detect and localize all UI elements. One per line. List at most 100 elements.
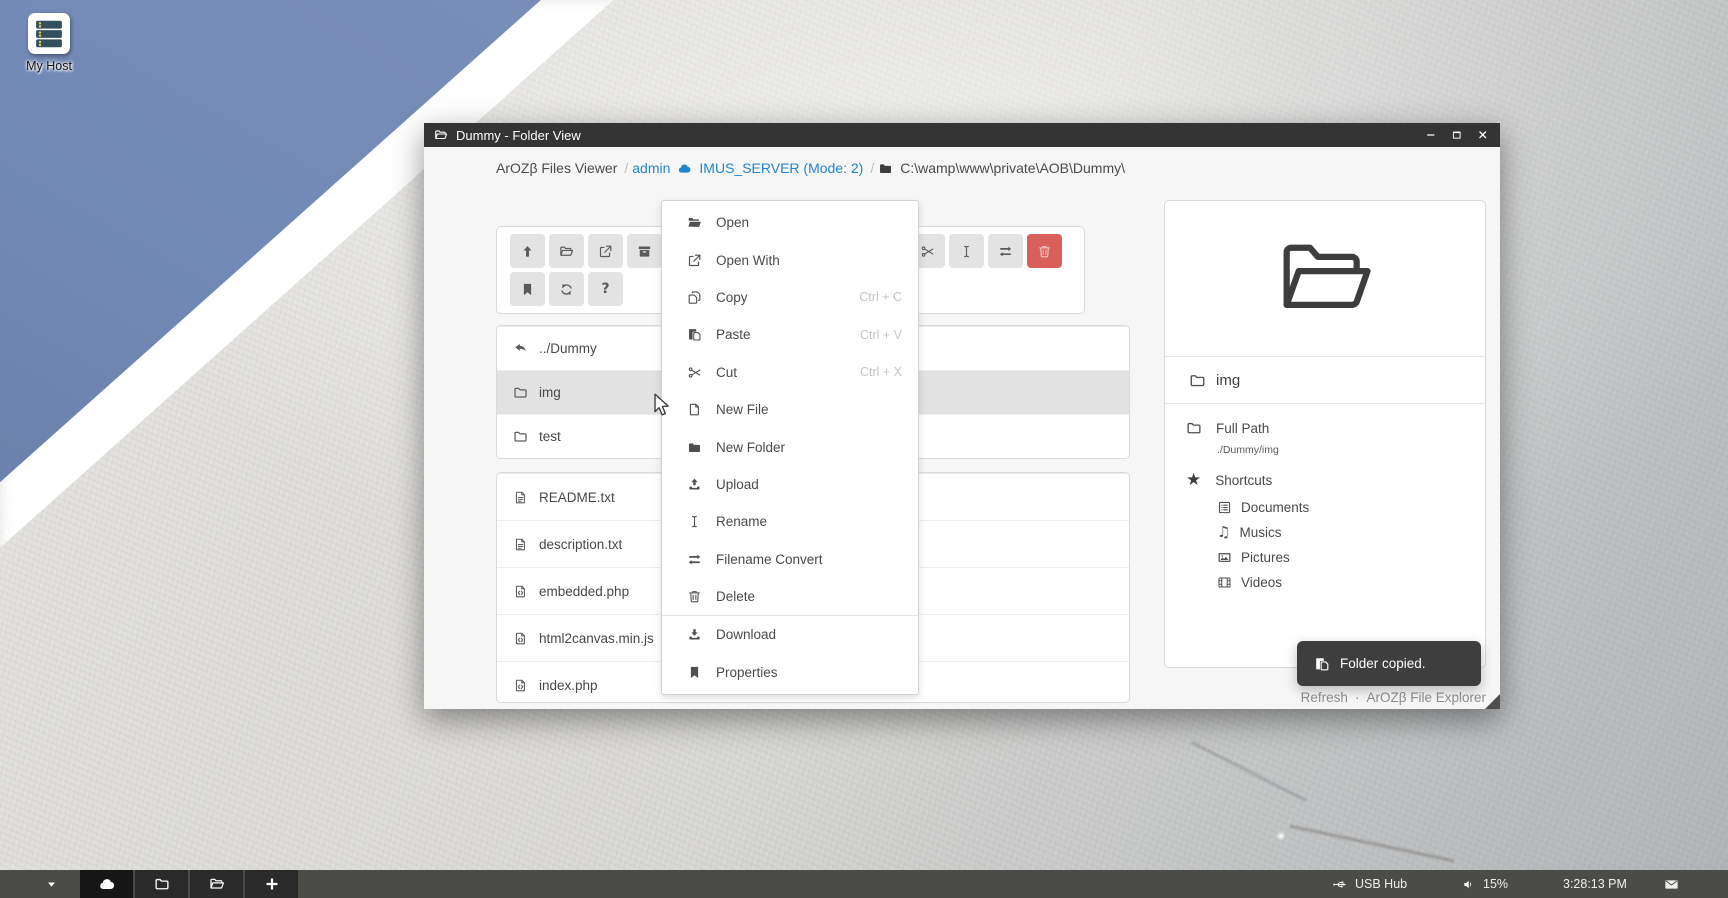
maximize-icon	[1451, 129, 1463, 141]
menu-item-copy[interactable]: Copy Ctrl + C	[662, 279, 918, 316]
menu-item-new-file[interactable]: New File	[662, 391, 918, 428]
tray-usb[interactable]: USB Hub	[1332, 870, 1407, 898]
question-icon: ?	[601, 282, 609, 296]
file-text-icon	[513, 490, 528, 505]
window-titlebar[interactable]: Dummy - Folder View	[424, 123, 1500, 147]
preview-panel: img Full Path ./Dummy/img ★ Shortcuts Do…	[1164, 200, 1486, 668]
archive-button[interactable]	[627, 234, 662, 268]
taskbar-chevron-button[interactable]	[36, 870, 66, 898]
tray-volume-label: 15%	[1483, 877, 1508, 891]
close-icon	[1477, 129, 1489, 141]
external-link-icon	[686, 253, 703, 268]
folder-row-label: img	[539, 385, 561, 400]
menu-item-shortcut: Ctrl + X	[860, 365, 902, 379]
menu-item-cut[interactable]: Cut Ctrl + X	[662, 354, 918, 391]
toolbar-left-group	[510, 234, 662, 268]
shortcut-pictures[interactable]: Pictures	[1217, 547, 1464, 567]
menu-item-open[interactable]: Open	[662, 204, 918, 241]
menu-item-upload[interactable]: Upload	[662, 466, 918, 503]
preview-hero	[1165, 201, 1485, 357]
shortcut-musics[interactable]: ♫ Musics	[1217, 522, 1464, 542]
scissors-icon	[686, 365, 703, 380]
upload-icon	[686, 477, 703, 492]
refresh-link[interactable]: Refresh	[1301, 690, 1348, 705]
file-row-label: index.php	[539, 678, 598, 693]
taskbar-app-add[interactable]	[245, 870, 298, 898]
refresh-button[interactable]	[549, 272, 584, 306]
window-controls	[1424, 128, 1490, 142]
menu-item-properties[interactable]: Properties	[662, 654, 918, 691]
taskbar-app-cloud[interactable]	[80, 870, 133, 898]
chevron-down-icon	[46, 879, 57, 890]
preview-details: Full Path ./Dummy/img ★ Shortcuts Docume…	[1165, 404, 1485, 608]
shortcut-list: Documents ♫ Musics Pictures Videos	[1217, 497, 1464, 592]
shortcut-item-label: Pictures	[1241, 550, 1290, 565]
menu-item-filename-convert[interactable]: Filename Convert	[662, 541, 918, 578]
menu-item-open-with[interactable]: Open With	[662, 241, 918, 278]
up-arrow-icon	[520, 244, 535, 259]
rename-button[interactable]	[949, 234, 984, 268]
back-arrow-icon	[513, 341, 528, 356]
menu-item-label: Copy	[716, 290, 748, 305]
help-button[interactable]: ?	[588, 272, 623, 306]
menu-item-delete[interactable]: Delete	[662, 578, 918, 615]
folder-filled-icon	[878, 161, 893, 176]
breadcrumb-separator: /	[624, 160, 628, 176]
taskbar-app-file-explorer[interactable]	[190, 870, 243, 898]
shortcut-videos[interactable]: Videos	[1217, 572, 1464, 592]
context-menu: Open Open With Copy Ctrl + C Paste Ctrl …	[661, 200, 919, 695]
file-row-label: README.txt	[539, 490, 615, 505]
shortcut-item-label: Documents	[1241, 500, 1309, 515]
footer-separator: ·	[1355, 690, 1360, 705]
folder-icon	[154, 876, 170, 892]
trash-icon	[1037, 244, 1052, 259]
menu-item-rename[interactable]: Rename	[662, 503, 918, 540]
menu-item-new-folder[interactable]: New Folder	[662, 428, 918, 465]
minimize-button[interactable]	[1424, 128, 1438, 142]
full-path-row: Full Path	[1186, 420, 1464, 436]
toast-text: Folder copied.	[1340, 656, 1426, 671]
bookmark-icon	[520, 282, 535, 297]
tray-clock-label: 3:28:13 PM	[1563, 877, 1627, 891]
maximize-button[interactable]	[1450, 128, 1464, 142]
menu-item-paste[interactable]: Paste Ctrl + V	[662, 316, 918, 353]
delete-button[interactable]	[1027, 234, 1062, 268]
resize-handle[interactable]	[1485, 694, 1500, 709]
bookmark-icon	[686, 665, 703, 680]
mouse-cursor-icon	[652, 392, 671, 423]
shortcut-documents[interactable]: Documents	[1217, 497, 1464, 517]
tray-clock[interactable]: 3:28:13 PM	[1563, 870, 1627, 898]
folder-open-icon	[434, 128, 448, 142]
menu-item-label: Properties	[716, 665, 778, 680]
menu-item-label: Rename	[716, 514, 767, 529]
full-path-label: Full Path	[1216, 421, 1269, 436]
open-button[interactable]	[549, 234, 584, 268]
window-title: Dummy - Folder View	[456, 128, 581, 143]
folder-open-filled-icon	[686, 215, 703, 230]
taskbar-app-folder[interactable]	[135, 870, 188, 898]
speaker-icon	[1462, 878, 1475, 891]
menu-item-download[interactable]: Download	[662, 616, 918, 653]
filename-convert-button[interactable]	[988, 234, 1023, 268]
picture-icon	[1217, 550, 1232, 565]
close-button[interactable]	[1476, 128, 1490, 142]
pole-highlight	[1276, 831, 1286, 841]
folder-icon	[513, 385, 528, 400]
breadcrumb-user-link[interactable]: admin	[632, 160, 670, 176]
folder-open-icon	[559, 244, 574, 259]
toast-notification: Folder copied.	[1297, 641, 1481, 686]
breadcrumb-server-link[interactable]: IMUS_SERVER (Mode: 2)	[699, 160, 863, 176]
file-row-label: description.txt	[539, 537, 622, 552]
tray-volume[interactable]: 15%	[1462, 870, 1508, 898]
copy-icon	[686, 290, 703, 305]
up-button[interactable]	[510, 234, 545, 268]
trash-icon	[686, 589, 703, 604]
tray-mail[interactable]	[1664, 870, 1679, 898]
mail-icon	[1664, 877, 1679, 892]
open-with-button[interactable]	[588, 234, 623, 268]
exchange-icon	[998, 244, 1013, 259]
bookmark-button[interactable]	[510, 272, 545, 306]
ibeam-icon	[959, 244, 974, 259]
menu-item-label: Open	[716, 215, 749, 230]
desktop-icon-my-host[interactable]: My Host	[16, 13, 82, 73]
